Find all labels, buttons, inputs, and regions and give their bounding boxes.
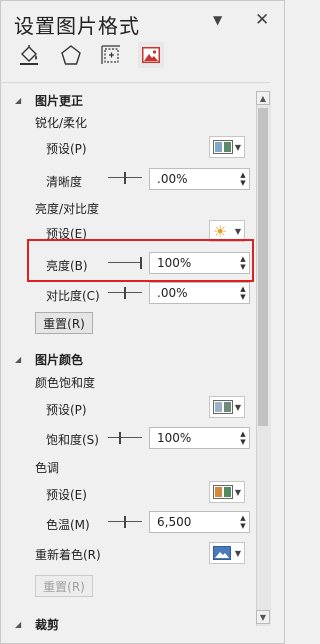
section-crop[interactable]: 裁剪	[35, 616, 59, 633]
temperature-slider-knob[interactable]	[124, 516, 126, 528]
sharpness-slider-knob[interactable]	[124, 172, 126, 184]
sharpen-preset-button[interactable]: ▼	[209, 136, 245, 158]
picture-icon	[142, 47, 160, 63]
effects-tab[interactable]	[58, 42, 84, 68]
temperature-slider[interactable]	[108, 516, 142, 528]
recolor-picture-icon	[213, 546, 231, 560]
saturation-label: 饱和度(S)	[46, 433, 99, 447]
chevron-down-icon[interactable]: ▼	[213, 13, 222, 27]
tone-preset-button[interactable]: ▼	[209, 481, 245, 503]
saturation-preset-button[interactable]: ▼	[209, 396, 245, 418]
contrast-slider[interactable]	[108, 287, 142, 299]
sharpen-soften-header: 锐化/柔化	[35, 116, 88, 130]
close-icon[interactable]: ✕	[255, 10, 269, 30]
chevron-down-icon: ▼	[234, 402, 241, 412]
brightness-highlight-box	[27, 239, 254, 282]
temperature-value[interactable]: 6,500	[150, 515, 237, 529]
contrast-slider-knob[interactable]	[124, 287, 126, 299]
saturation-preset-icon	[213, 400, 233, 414]
color-tone-header: 色调	[35, 461, 60, 475]
chevron-down-icon: ▼	[234, 487, 241, 497]
spinner-arrows-icon[interactable]: ▲ ▼	[237, 285, 249, 301]
sharpness-spinner[interactable]: .00% ▲ ▼	[149, 168, 250, 190]
contrast-label: 对比度(C)	[46, 289, 100, 303]
brightness-contrast-header: 亮度/对比度	[35, 202, 100, 216]
saturation-slider[interactable]	[108, 432, 142, 444]
tone-preset-icon	[213, 485, 233, 499]
temperature-label: 色温(M)	[46, 518, 90, 532]
collapse-triangle-icon[interactable]: ◢	[15, 355, 21, 364]
fill-line-tab[interactable]	[16, 42, 42, 68]
sun-icon: ☀	[213, 221, 228, 241]
sharpen-preset-icon	[213, 140, 233, 154]
saturation-preset-label: 预设(P)	[46, 403, 87, 417]
collapse-triangle-icon[interactable]: ◢	[15, 96, 21, 105]
saturation-value[interactable]: 100%	[150, 431, 237, 445]
paint-bucket-icon	[20, 45, 38, 65]
pentagon-icon	[61, 45, 81, 65]
sharpness-label: 清晰度	[46, 175, 83, 189]
picture-tab[interactable]	[138, 42, 164, 68]
sharpen-preset-label: 预设(P)	[46, 142, 87, 156]
contrast-value[interactable]: .00%	[150, 286, 237, 300]
spinner-arrows-icon[interactable]: ▲ ▼	[237, 514, 249, 530]
chevron-down-icon: ▼	[234, 226, 241, 236]
contrast-spinner[interactable]: .00% ▲ ▼	[149, 282, 250, 304]
pane-title: 设置图片格式	[14, 14, 140, 38]
collapse-triangle-icon[interactable]: ◢	[15, 620, 21, 629]
color-saturation-header: 颜色饱和度	[35, 376, 96, 390]
section-picture-corrections[interactable]: 图片更正	[35, 92, 83, 109]
recolor-button[interactable]: ▼	[209, 542, 245, 564]
sharpness-slider[interactable]	[108, 172, 142, 184]
spinner-arrows-icon[interactable]: ▲ ▼	[237, 430, 249, 446]
spinner-arrows-icon[interactable]: ▲ ▼	[237, 171, 249, 187]
temperature-spinner[interactable]: 6,500 ▲ ▼	[149, 511, 250, 533]
recolor-label: 重新着色(R)	[35, 548, 101, 562]
chevron-down-icon: ▼	[234, 142, 241, 152]
scroll-down-button[interactable]: ▼	[256, 610, 270, 624]
scrollbar-thumb[interactable]	[258, 108, 268, 426]
size-position-icon	[101, 45, 120, 64]
tone-preset-label: 预设(E)	[46, 488, 87, 502]
size-properties-tab[interactable]	[98, 42, 124, 68]
reset-color-button[interactable]: 重置(R)	[35, 575, 93, 597]
section-picture-color[interactable]: 图片颜色	[35, 351, 83, 368]
sharpness-value[interactable]: .00%	[150, 172, 237, 186]
tabs-divider	[0, 82, 270, 83]
chevron-down-icon: ▼	[234, 548, 241, 558]
saturation-spinner[interactable]: 100% ▲ ▼	[149, 427, 250, 449]
reset-corrections-button[interactable]: 重置(R)	[35, 312, 93, 334]
scroll-up-button[interactable]: ▲	[256, 91, 270, 105]
saturation-slider-knob[interactable]	[119, 432, 121, 444]
